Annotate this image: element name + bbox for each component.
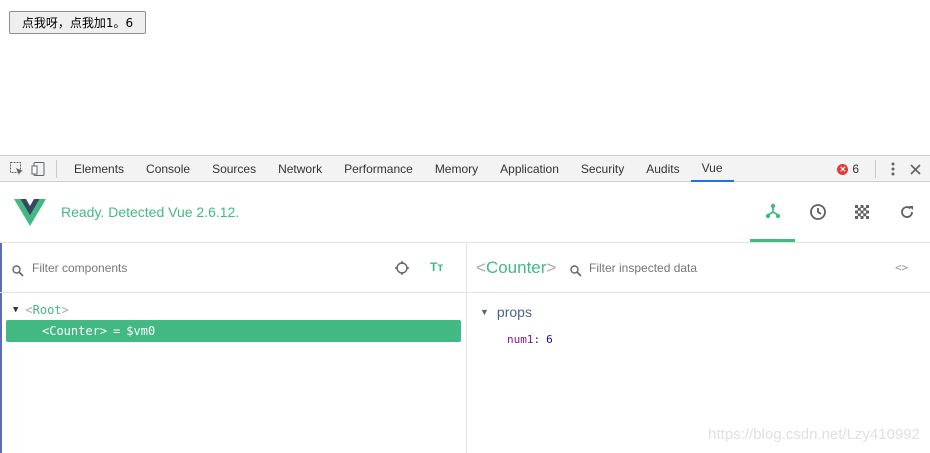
inspected-component-title: <Counter> xyxy=(476,258,556,278)
error-counter[interactable]: ✕ 6 xyxy=(837,162,859,176)
watermark: https://blog.csdn.net/Lzy410992 xyxy=(708,426,920,443)
vue-logo-icon xyxy=(14,199,46,230)
tree-node-label: Root xyxy=(32,303,62,317)
refresh-icon xyxy=(900,206,913,218)
inspector-header: <Counter> <> xyxy=(467,243,930,293)
close-icon[interactable] xyxy=(904,158,926,180)
tag-open-bracket: < xyxy=(476,258,486,277)
filter-components-input[interactable] xyxy=(32,260,372,276)
tab-vue[interactable]: Vue xyxy=(690,156,734,182)
format-names-icon[interactable]: Tт xyxy=(430,260,443,274)
vm-reference: $vm0 xyxy=(126,324,156,338)
page-viewport: 点我呀，点我加1。6 xyxy=(0,0,930,155)
search-icon xyxy=(12,262,24,281)
prop-key: num1 xyxy=(507,333,534,346)
tab-audits[interactable]: Audits xyxy=(635,156,690,182)
expand-caret-icon[interactable]: ▼ xyxy=(13,305,18,315)
history-tab-button[interactable] xyxy=(795,182,840,242)
tree-node-counter[interactable]: < Counter > = $vm0 xyxy=(6,320,461,342)
inspector-pane: <Counter> <> ▼ props num1:6 https://blog… xyxy=(467,243,930,453)
prop-value[interactable]: 6 xyxy=(546,333,553,346)
history-icon xyxy=(809,204,826,220)
tag-open-bracket: < xyxy=(42,324,50,338)
inspected-component-name: Counter xyxy=(485,258,547,277)
tree-node-label: Counter xyxy=(49,324,100,338)
tab-application[interactable]: Application xyxy=(489,156,570,182)
refresh-button[interactable] xyxy=(884,182,929,242)
tag-close-bracket: > xyxy=(99,324,108,338)
inspect-element-icon[interactable] xyxy=(6,158,28,180)
tree-node-root[interactable]: ▼ < Root > xyxy=(13,301,69,319)
error-icon: ✕ xyxy=(837,163,849,175)
error-count: 6 xyxy=(852,162,859,176)
vue-status-text: Ready. Detected Vue 2.6.12. xyxy=(61,204,240,220)
vue-devtools-header: Ready. Detected Vue 2.6.12. xyxy=(0,182,930,243)
filter-inspected-data-input[interactable] xyxy=(589,260,869,276)
tab-network[interactable]: Network xyxy=(267,156,333,182)
tab-memory[interactable]: Memory xyxy=(424,156,489,182)
select-component-target-icon[interactable] xyxy=(394,260,410,280)
component-filter-bar: Tт xyxy=(0,243,466,293)
devtools-tab-bar: Elements Console Sources Network Perform… xyxy=(0,155,930,182)
components-tab-button[interactable] xyxy=(750,182,795,242)
expand-caret-icon[interactable]: ▼ xyxy=(480,307,489,317)
prop-colon: : xyxy=(533,333,541,346)
tag-open-bracket: < xyxy=(25,303,33,317)
tab-console[interactable]: Console xyxy=(135,156,201,182)
tab-sources[interactable]: Sources xyxy=(201,156,267,182)
tab-security[interactable]: Security xyxy=(570,156,635,182)
toolbar-divider xyxy=(56,159,57,178)
devtools-panel: Elements Console Sources Network Perform… xyxy=(0,155,930,453)
vuex-icon xyxy=(854,205,869,219)
components-icon xyxy=(765,203,780,218)
increment-button[interactable]: 点我呀，点我加1。6 xyxy=(9,11,146,34)
tab-performance[interactable]: Performance xyxy=(333,156,424,182)
components-pane: Tт ▼ <Root> <Counter> = $vm0 xyxy=(0,243,467,453)
tabbar-right-controls: ✕ 6 xyxy=(837,156,930,182)
tag-close-bracket: > xyxy=(546,258,557,277)
props-section-header[interactable]: ▼ props xyxy=(480,304,532,320)
tag-close-bracket: > xyxy=(61,303,69,317)
section-label: props xyxy=(496,304,532,320)
device-toolbar-icon[interactable] xyxy=(28,158,50,180)
prop-row[interactable]: num1:6 xyxy=(507,333,553,346)
toolbar-divider xyxy=(875,160,876,178)
vuex-tab-button[interactable] xyxy=(839,182,884,242)
inspect-dom-code-icon[interactable]: <> xyxy=(895,261,908,274)
tab-elements[interactable]: Elements xyxy=(63,156,135,182)
search-icon xyxy=(570,262,582,281)
equals-sign: = xyxy=(113,324,121,338)
more-options-icon[interactable] xyxy=(882,158,904,180)
